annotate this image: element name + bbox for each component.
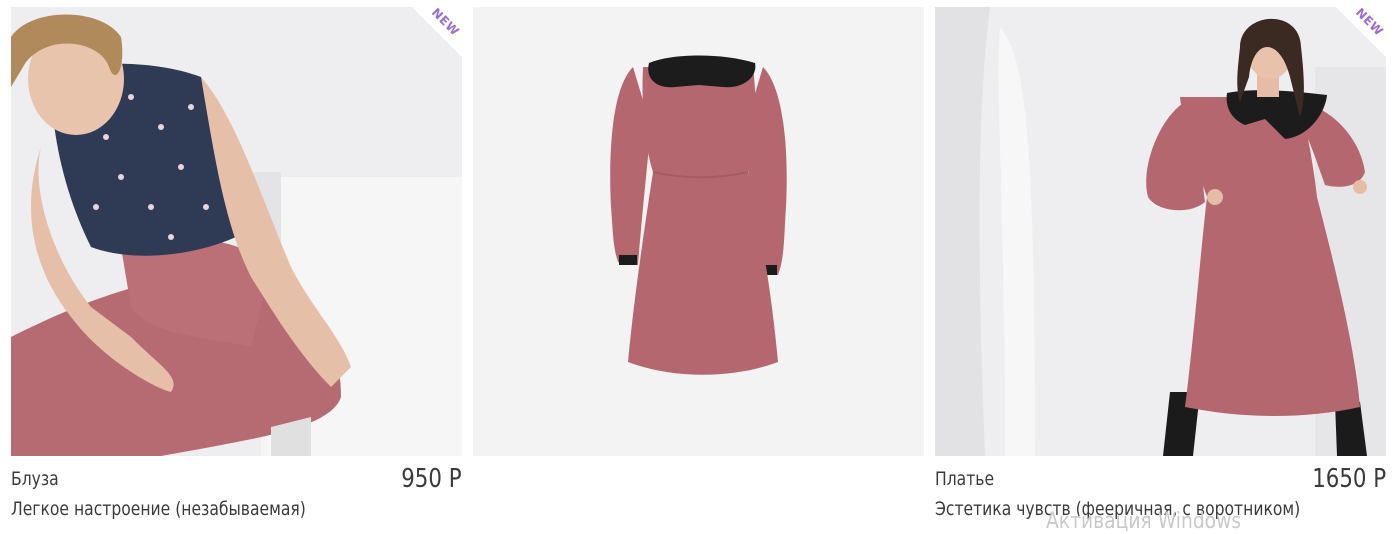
product-card[interactable]: NEW Блуза Легкое настроение (незабываема… — [11, 7, 462, 520]
product-category: Блуза — [11, 468, 59, 490]
model-photo-icon — [11, 7, 462, 456]
product-image[interactable]: NEW — [11, 7, 462, 456]
model-photo-icon — [935, 7, 1386, 456]
product-image[interactable]: NEW — [935, 7, 1386, 456]
dress-photo-icon — [473, 7, 924, 456]
product-card[interactable]: NEW Платье Эстетика чувств (фееричная, с… — [935, 7, 1386, 520]
product-card[interactable] — [473, 7, 924, 520]
product-price: 950 Р — [401, 464, 462, 494]
product-image[interactable] — [473, 7, 924, 456]
new-badge: NEW — [396, 7, 462, 75]
product-price: 1650 Р — [1312, 464, 1386, 494]
new-badge: NEW — [1320, 7, 1386, 75]
product-category: Платье — [935, 468, 995, 490]
os-activation-watermark: Активация Windows — [1046, 509, 1242, 534]
product-name[interactable]: Легкое настроение (незабываемая) — [11, 498, 306, 520]
